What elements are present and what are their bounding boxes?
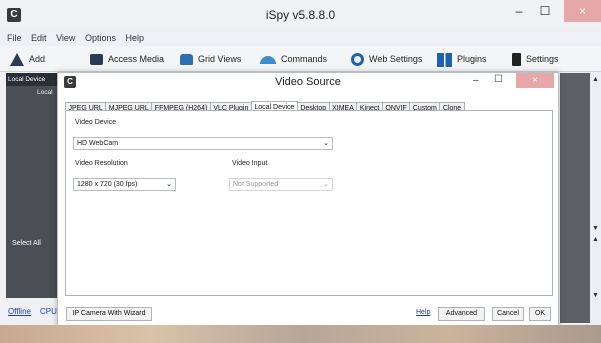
- dialog-minimize-button[interactable]: –: [473, 75, 479, 86]
- ok-button[interactable]: OK: [529, 307, 551, 321]
- minimize-button[interactable]: –: [507, 0, 531, 22]
- right-panel: [560, 73, 590, 323]
- menu-edit[interactable]: Edit: [31, 30, 47, 46]
- scroll-down-icon[interactable]: ▼: [590, 225, 601, 232]
- cpu-status: CPU: [40, 307, 57, 316]
- menu-bar: File Edit View Options Help: [0, 30, 601, 46]
- cancel-button[interactable]: Cancel: [492, 307, 524, 321]
- media-icon: [90, 54, 103, 66]
- local-device-page: Video Device HD WebCam ⌄ Video Resolution…: [65, 110, 553, 296]
- scroll-up-icon[interactable]: ▲: [590, 236, 601, 243]
- video-source-dialog: C Video Source – ☐ × JPEG URL MJPEG URL FF…: [57, 72, 559, 327]
- scroll-down-icon[interactable]: ▼: [590, 292, 601, 299]
- dialog-title: Video Source: [275, 76, 341, 88]
- grid-views-button[interactable]: Grid Views: [180, 46, 241, 72]
- video-resolution-select[interactable]: 1280 x 720 (30 fps) ⌄: [73, 178, 176, 191]
- web-settings-button[interactable]: Web Settings: [351, 46, 422, 72]
- left-panel-header[interactable]: Local Device: [6, 73, 61, 86]
- settings-button[interactable]: Settings: [512, 46, 559, 72]
- source-tabs: JPEG URL MJPEG URL FFMPEG (H264) VLC Plugin…: [65, 97, 465, 116]
- grid-icon: [180, 54, 193, 66]
- menu-help[interactable]: Help: [125, 30, 144, 46]
- dialog-close-button[interactable]: ×: [516, 73, 554, 88]
- settings-icon: [512, 53, 521, 67]
- menu-options[interactable]: Options: [85, 30, 116, 46]
- camera-list-panel: [6, 73, 61, 298]
- dialog-maximize-button[interactable]: ☐: [494, 74, 503, 85]
- close-button[interactable]: ×: [564, 0, 601, 22]
- ip-camera-wizard-button[interactable]: IP Camera With Wizard: [66, 307, 152, 321]
- chevron-down-icon: ⌄: [323, 181, 329, 188]
- video-input-select: Not Supported ⌄: [229, 178, 333, 191]
- desktop-background-strip: [0, 325, 601, 343]
- plugins-icon: [437, 52, 452, 67]
- scroll-up-icon[interactable]: ▲: [590, 76, 601, 83]
- add-icon: [10, 53, 24, 67]
- web-icon: [351, 53, 364, 67]
- ispy-window: C iSpy v5.8.8.0 – ☐ × File Edit View Opt…: [0, 0, 601, 343]
- video-resolution-label: Video Resolution: [75, 160, 128, 167]
- menu-file[interactable]: File: [7, 30, 22, 46]
- chevron-down-icon: ⌄: [323, 140, 329, 147]
- chevron-down-icon: ⌄: [166, 181, 172, 188]
- access-media-button[interactable]: Access Media: [90, 46, 164, 72]
- menu-view[interactable]: View: [56, 30, 75, 46]
- select-all-button[interactable]: Select All: [12, 240, 41, 247]
- video-input-label: Video Input: [232, 160, 268, 167]
- plugins-button[interactable]: Plugins: [437, 46, 487, 72]
- maximize-button[interactable]: ☐: [533, 0, 557, 22]
- add-button[interactable]: Add: [10, 46, 45, 72]
- right-scrollbar[interactable]: [590, 73, 601, 323]
- offline-link[interactable]: Offline: [8, 307, 31, 316]
- video-device-select[interactable]: HD WebCam ⌄: [73, 137, 333, 150]
- advanced-button[interactable]: Advanced: [438, 307, 485, 321]
- video-device-label: Video Device: [75, 119, 117, 126]
- commands-icon: [260, 55, 276, 64]
- left-panel-subitem[interactable]: Local: [37, 89, 53, 96]
- commands-button[interactable]: Commands: [260, 46, 327, 72]
- help-link[interactable]: Help: [416, 309, 430, 316]
